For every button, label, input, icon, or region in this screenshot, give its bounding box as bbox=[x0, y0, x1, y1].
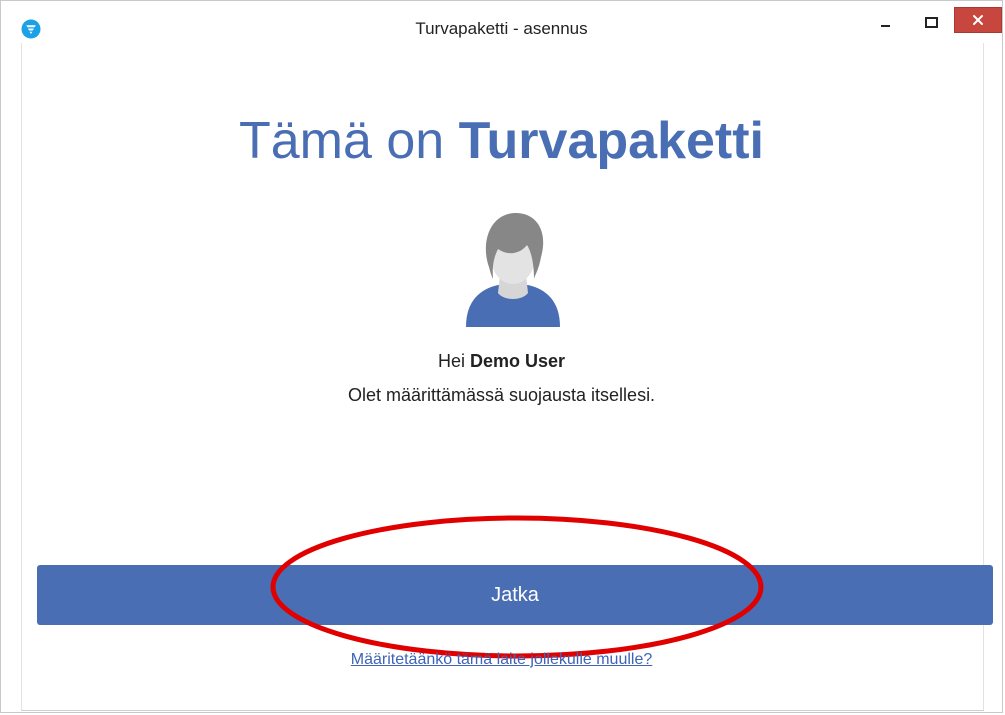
title-bar[interactable]: Turvapaketti - asennus bbox=[1, 1, 1002, 41]
continue-button[interactable]: Jatka bbox=[37, 565, 993, 625]
continue-button-label: Jatka bbox=[491, 583, 539, 606]
user-avatar-icon bbox=[466, 212, 560, 327]
headline-product-name: Turvapaketti bbox=[458, 112, 764, 170]
maximize-button[interactable] bbox=[915, 9, 949, 37]
close-icon bbox=[973, 15, 983, 25]
minimize-icon bbox=[881, 25, 890, 27]
close-button[interactable] bbox=[954, 7, 1002, 33]
headline-regular: Tämä on bbox=[238, 112, 459, 170]
window-title: Turvapaketti - asennus bbox=[415, 19, 588, 38]
setup-other-device-link[interactable]: Määritetäänkö tämä laite jollekulle muul… bbox=[1, 651, 1002, 669]
setup-description: Olet määrittämässä suojausta itsellesi. bbox=[347, 385, 656, 405]
greeting: Hei Demo User bbox=[1, 351, 1002, 372]
user-name: Demo User bbox=[469, 351, 566, 371]
greeting-prefix: Hei bbox=[437, 351, 470, 371]
installer-window: Turvapaketti - asennus Tämä on Turvapake… bbox=[0, 0, 1003, 713]
maximize-icon bbox=[925, 17, 938, 28]
page-title: Tämä on Turvapaketti bbox=[1, 113, 1002, 169]
minimize-button[interactable] bbox=[869, 9, 903, 37]
